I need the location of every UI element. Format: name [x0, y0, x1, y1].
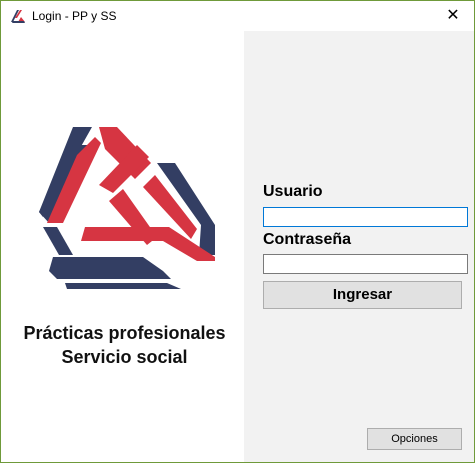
password-input[interactable]: [263, 254, 468, 274]
window-client-area: Prácticas profesionales Servicio social …: [1, 31, 474, 462]
username-label: Usuario: [263, 183, 323, 200]
app-logo-icon: [11, 10, 25, 23]
password-label: Contraseña: [263, 231, 352, 248]
login-form-panel: Usuario Contraseña Ingresar Opciones: [244, 31, 474, 462]
title-bar[interactable]: Login - PP y SS ✕: [1, 1, 474, 31]
options-button[interactable]: Opciones: [367, 428, 462, 450]
window-title: Login - PP y SS: [32, 9, 117, 23]
login-window: Login - PP y SS ✕ Prácticas profesionale…: [0, 0, 475, 463]
institution-logo-icon: [39, 127, 215, 289]
branding-panel: Prácticas profesionales Servicio social: [1, 31, 244, 462]
username-input[interactable]: [263, 207, 468, 227]
close-button[interactable]: ✕: [438, 4, 468, 28]
close-icon: ✕: [446, 7, 460, 24]
login-button[interactable]: Ingresar: [263, 281, 462, 309]
program-title-line1: Prácticas profesionales: [23, 323, 226, 343]
program-title-line2: Servicio social: [61, 347, 188, 367]
